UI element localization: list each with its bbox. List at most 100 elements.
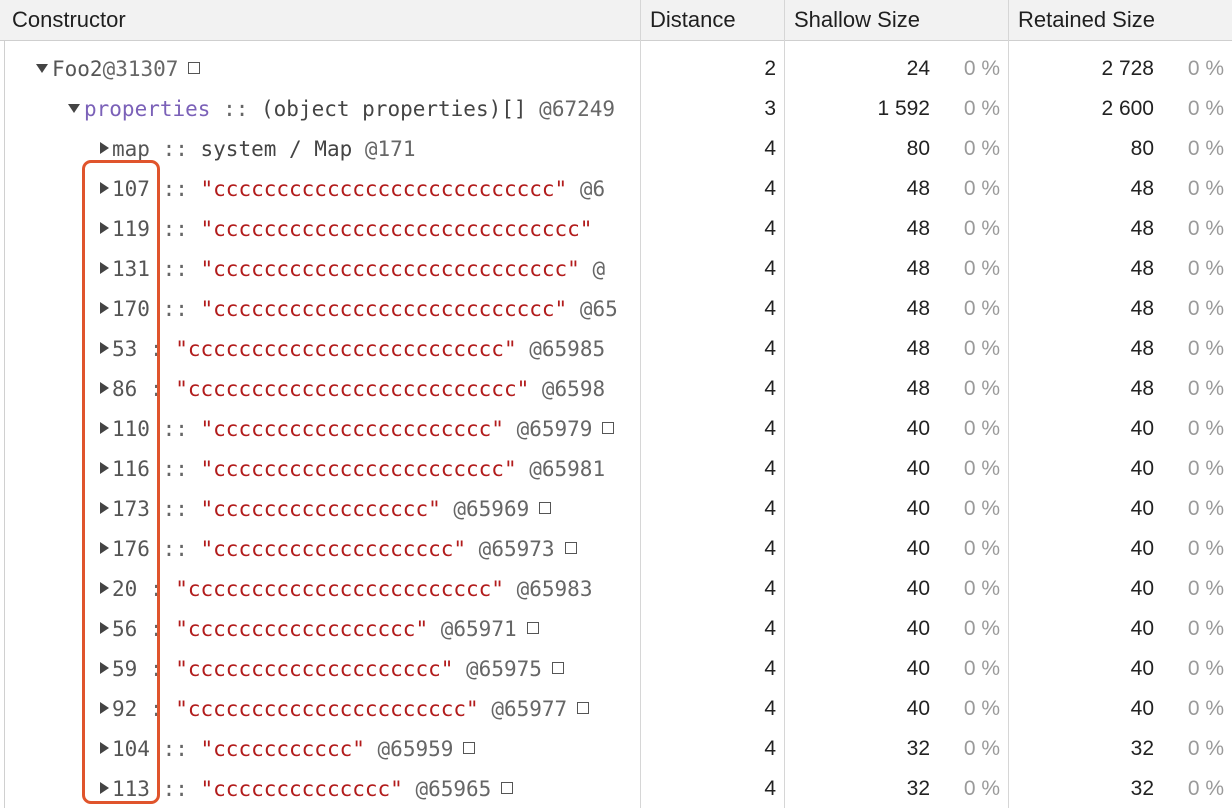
- string-value: "ccccccccccc": [200, 737, 365, 761]
- retained-size-percent: 0 %: [1187, 737, 1224, 760]
- reveal-in-panel-icon[interactable]: [526, 622, 539, 634]
- table-row[interactable]: 176 :: "ccccccccccccccccccc" @65973 4 40 0 …: [0, 529, 1232, 569]
- table-row[interactable]: 113 :: "cccccccccccccc" @65965 4 32 0 % 32 0 …: [0, 769, 1232, 809]
- distance-cell: 3: [764, 97, 776, 120]
- table-row[interactable]: 20 : "cccccccccccccccccccccccc" @65983 4 4…: [0, 569, 1232, 609]
- shallow-size-cell: 40: [906, 497, 930, 520]
- string-value: "ccccccccccccccccccccccccc": [175, 337, 517, 361]
- table-row[interactable]: 110 :: "cccccccccccccccccccccc" @65979 4 4…: [0, 409, 1232, 449]
- object-id: @6598: [529, 377, 606, 401]
- string-value: "cccccccccccccccccccccccccc": [175, 377, 530, 401]
- distance-cell: 4: [764, 457, 776, 480]
- object-id: @65975: [453, 657, 542, 681]
- retained-size-percent: 0 %: [1187, 137, 1224, 160]
- table-row[interactable]: 107 :: "ccccccccccccccccccccccccccc" @6 4…: [0, 169, 1232, 209]
- table-row[interactable]: 119 :: "ccccccccccccccccccccccccccccc" 4 4…: [0, 209, 1232, 249]
- string-value: "ccccccccccccccccccccccc": [200, 457, 517, 481]
- distance-cell: 4: [764, 377, 776, 400]
- property-key: map: [112, 137, 150, 161]
- shallow-size-cell: 48: [906, 177, 930, 200]
- string-value: "cccccccccccccccccccccc": [175, 697, 479, 721]
- shallow-size-cell: 48: [906, 217, 930, 240]
- expand-arrow-down-icon[interactable]: [36, 63, 48, 73]
- table-row[interactable]: Foo2@31307 2 24 0 % 2 728 0 %: [0, 49, 1232, 89]
- column-header-constructor[interactable]: Constructor: [12, 0, 632, 40]
- retained-size-cell: 40: [1130, 657, 1154, 680]
- reveal-in-panel-icon[interactable]: [564, 542, 577, 554]
- retained-size-percent: 0 %: [1187, 777, 1224, 800]
- table-row[interactable]: 53 : "ccccccccccccccccccccccccc" @65985 4…: [0, 329, 1232, 369]
- object-id: @65983: [503, 577, 593, 601]
- reveal-in-panel-icon[interactable]: [188, 62, 201, 74]
- string-value: "cccccccccccccc": [200, 777, 403, 801]
- string-value: "ccccccccccccccccccc": [200, 537, 467, 561]
- shallow-size-percent: 0 %: [963, 497, 1000, 520]
- shallow-size-percent: 0 %: [963, 737, 1000, 760]
- retained-size-cell: 32: [1130, 737, 1154, 760]
- shallow-size-cell: 40: [906, 657, 930, 680]
- table-row[interactable]: 116 :: "ccccccccccccccccccccccc" @65981 4…: [0, 449, 1232, 489]
- object-id: @65959: [364, 737, 454, 761]
- string-value: "cccccccccccccccccccccccccccc": [200, 257, 580, 281]
- object-id: @67249: [539, 97, 616, 121]
- expand-arrow-right-icon[interactable]: [100, 142, 109, 154]
- table-row[interactable]: 56 : "cccccccccccccccccc" @65971 4 40 0 % 40…: [0, 609, 1232, 649]
- column-header-distance[interactable]: Distance: [650, 0, 780, 40]
- retained-size-cell: 40: [1130, 417, 1154, 440]
- table-row[interactable]: properties :: (object properties)[] @672…: [0, 89, 1232, 129]
- shallow-size-percent: 0 %: [963, 697, 1000, 720]
- column-header-shallow-size[interactable]: Shallow Size: [794, 0, 1004, 40]
- retained-size-cell: 2 728: [1101, 57, 1154, 80]
- reveal-in-panel-icon[interactable]: [501, 782, 514, 794]
- retained-size-cell: 48: [1130, 297, 1154, 320]
- shallow-size-percent: 0 %: [963, 57, 1000, 80]
- table-row[interactable]: 59 : "cccccccccccccccccccc" @65975 4 40 0 %…: [0, 649, 1232, 689]
- distance-cell: 4: [764, 657, 776, 680]
- distance-cell: 4: [764, 697, 776, 720]
- shallow-size-cell: 40: [906, 417, 930, 440]
- shallow-size-cell: 40: [906, 697, 930, 720]
- distance-cell: 4: [764, 497, 776, 520]
- object-id: @65971: [428, 617, 517, 641]
- object-id: @: [579, 257, 606, 281]
- retained-size-percent: 0 %: [1187, 337, 1224, 360]
- retained-size-percent: 0 %: [1187, 577, 1224, 600]
- reveal-in-panel-icon[interactable]: [539, 502, 552, 514]
- shallow-size-cell: 32: [906, 737, 930, 760]
- shallow-size-cell: 32: [906, 777, 930, 800]
- table-row[interactable]: 92 : "cccccccccccccccccccccc" @65977 4 40 0…: [0, 689, 1232, 729]
- column-header-retained-size[interactable]: Retained Size: [1018, 0, 1228, 40]
- table-row[interactable]: 104 :: "ccccccccccc" @65959 4 32 0 % 32 0 %: [0, 729, 1232, 769]
- retained-size-cell: 40: [1130, 457, 1154, 480]
- retained-size-cell: 48: [1130, 337, 1154, 360]
- object-type: (object properties)[]: [261, 97, 540, 121]
- object-id: @65985: [516, 337, 606, 361]
- reveal-in-panel-icon[interactable]: [577, 702, 590, 714]
- reveal-in-panel-icon[interactable]: [463, 742, 476, 754]
- distance-cell: 4: [764, 337, 776, 360]
- reveal-in-panel-icon[interactable]: [551, 662, 564, 674]
- table-row[interactable]: 173 :: "ccccccccccccccccc" @65969 4 40 0 % 4…: [0, 489, 1232, 529]
- retained-size-cell: 48: [1130, 257, 1154, 280]
- shallow-size-cell: 48: [906, 257, 930, 280]
- table-row[interactable]: 131 :: "cccccccccccccccccccccccccccc" @4…: [0, 249, 1232, 289]
- retained-size-cell: 40: [1130, 497, 1154, 520]
- shallow-size-percent: 0 %: [963, 417, 1000, 440]
- retained-size-cell: 40: [1130, 577, 1154, 600]
- string-value: "cccccccccccccccccccc": [175, 657, 454, 681]
- retained-size-percent: 0 %: [1187, 257, 1224, 280]
- shallow-size-percent: 0 %: [963, 177, 1000, 200]
- shallow-size-percent: 0 %: [963, 297, 1000, 320]
- table-row[interactable]: 86 : "cccccccccccccccccccccccccc" @6598 4…: [0, 369, 1232, 409]
- distance-cell: 2: [764, 57, 776, 80]
- reveal-in-panel-icon[interactable]: [602, 422, 615, 434]
- distance-cell: 4: [764, 617, 776, 640]
- distance-cell: 4: [764, 417, 776, 440]
- expand-arrow-down-icon[interactable]: [68, 103, 80, 113]
- table-row[interactable]: map :: system / Map @171 4 80 0 % 80 0 %: [0, 129, 1232, 169]
- retained-size-percent: 0 %: [1187, 457, 1224, 480]
- shallow-size-cell: 40: [906, 617, 930, 640]
- table-row[interactable]: 170 :: "ccccccccccccccccccccccccccc" @65…: [0, 289, 1232, 329]
- object-type: system / Map: [200, 137, 365, 161]
- object-id: @65969: [440, 497, 530, 521]
